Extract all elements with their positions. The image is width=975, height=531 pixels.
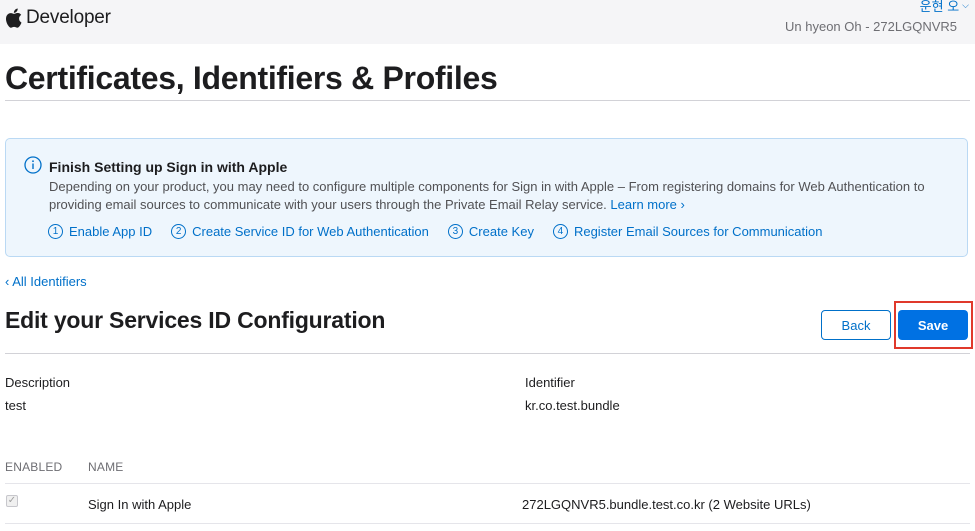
capability-name: Sign In with Apple xyxy=(88,497,192,512)
all-identifiers-link[interactable]: ‹ All Identifiers xyxy=(5,274,87,289)
user-name: 운현 오 xyxy=(919,0,960,14)
enabled-checkbox[interactable]: ✓ xyxy=(6,495,18,507)
step-register-email-sources[interactable]: 4 Register Email Sources for Communicati… xyxy=(552,224,823,239)
enabled-column-header: ENABLED xyxy=(5,460,63,474)
banner-body-text: Depending on your product, you may need … xyxy=(49,179,925,212)
step-label: Create Key xyxy=(468,224,534,239)
identifier-value: kr.co.test.bundle xyxy=(525,398,620,413)
title-divider xyxy=(5,100,970,101)
section-title: Edit your Services ID Configuration xyxy=(5,307,386,333)
info-icon xyxy=(24,156,42,174)
apple-logo-icon xyxy=(6,8,22,28)
table-row-divider xyxy=(5,523,970,524)
user-menu[interactable]: 운현 오 ⌵ xyxy=(920,0,969,15)
brand-text: Developer xyxy=(26,7,111,28)
step-number: 4 xyxy=(552,224,568,239)
description-label: Description xyxy=(5,375,71,390)
step-label: Create Service ID for Web Authentication xyxy=(192,224,429,239)
step-create-service-id[interactable]: 2 Create Service ID for Web Authenticati… xyxy=(171,224,429,239)
page-title: Certificates, Identifiers & Profiles xyxy=(5,60,498,96)
description-value: test xyxy=(5,398,26,413)
developer-logo[interactable]: Developer xyxy=(5,7,111,29)
chevron-down-icon: ⌵ xyxy=(962,0,969,10)
step-enable-app-id[interactable]: 1 Enable App ID xyxy=(48,224,152,239)
table-header-divider xyxy=(5,483,970,484)
identifier-label: Identifier xyxy=(525,375,575,390)
learn-more-link[interactable]: Learn more › xyxy=(610,197,684,212)
setup-steps: 1 Enable App ID 2 Create Service ID for … xyxy=(48,224,842,239)
capability-detail: 272LGQNVR5.bundle.test.co.kr (2 Website … xyxy=(522,497,811,512)
banner-body: Depending on your product, you may need … xyxy=(49,178,929,214)
name-column-header: NAME xyxy=(88,460,124,474)
step-number: 1 xyxy=(48,224,63,239)
step-number: 3 xyxy=(447,224,463,239)
save-button[interactable]: Save xyxy=(898,310,968,340)
step-label: Register Email Sources for Communication xyxy=(573,224,823,239)
step-number: 2 xyxy=(171,224,187,239)
info-banner: Finish Setting up Sign in with Apple Dep… xyxy=(5,138,968,257)
step-create-key[interactable]: 3 Create Key xyxy=(447,224,534,239)
section-divider xyxy=(5,353,970,354)
team-label: Un hyeon Oh - 272LGQNVR5 xyxy=(785,19,957,34)
back-button[interactable]: Back xyxy=(821,310,891,340)
banner-title: Finish Setting up Sign in with Apple xyxy=(49,159,288,175)
global-header: Developer 운현 오 ⌵ Un hyeon Oh - 272LGQNVR… xyxy=(0,0,975,44)
step-label: Enable App ID xyxy=(69,224,153,239)
